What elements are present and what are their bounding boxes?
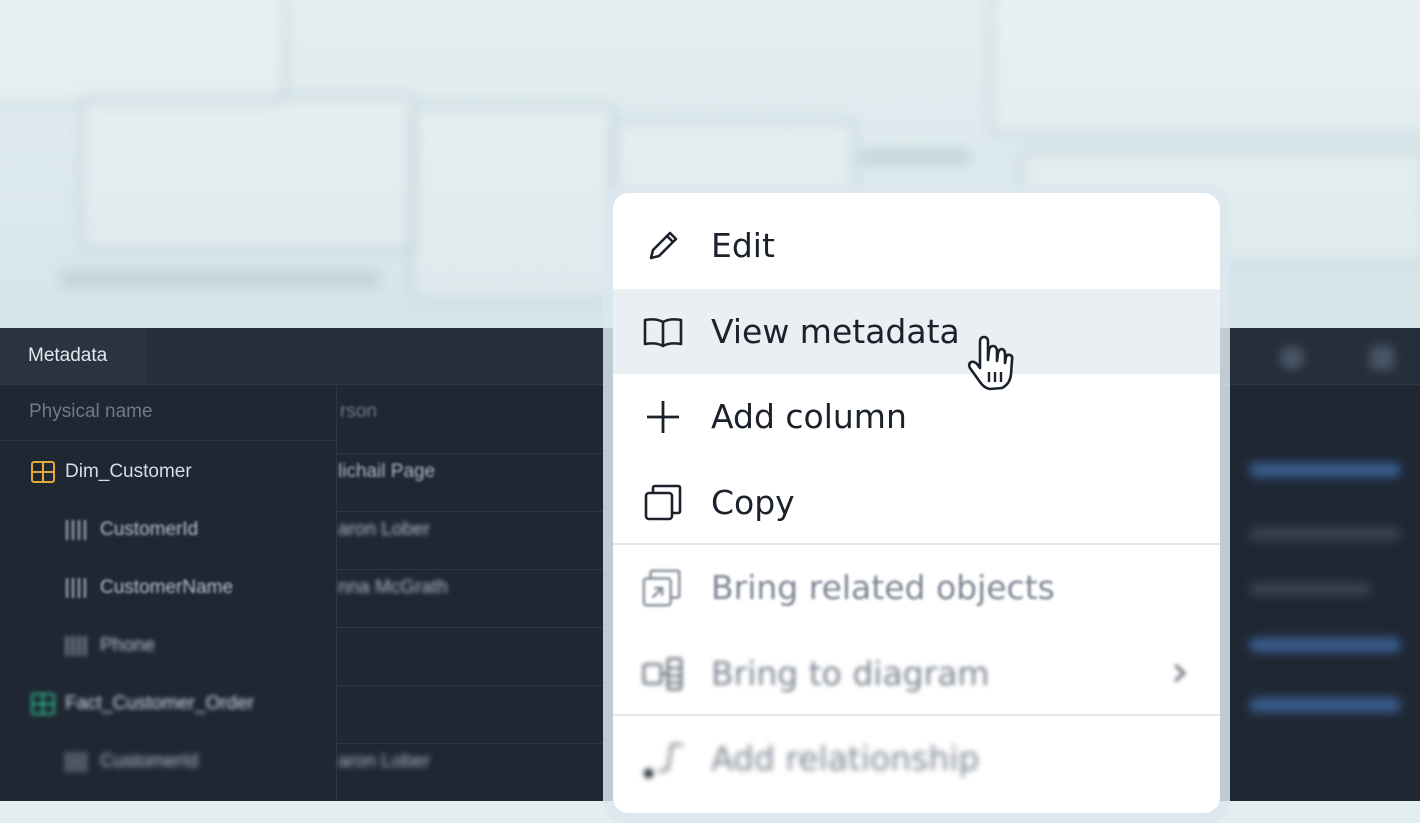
copy-icon bbox=[641, 481, 685, 525]
header-divider bbox=[0, 440, 336, 441]
tree-item-label: Phone bbox=[100, 635, 155, 656]
menu-item-add-column[interactable]: Add column bbox=[613, 374, 1220, 459]
row-divider bbox=[336, 685, 626, 686]
tree-item-column[interactable]: CustomerId bbox=[66, 742, 198, 782]
menu-item-label: Add relationship bbox=[711, 739, 980, 778]
row-divider bbox=[336, 743, 626, 744]
menu-item-add-relationship[interactable]: Add relationship bbox=[613, 716, 1220, 801]
relationship-icon bbox=[641, 737, 685, 781]
tree-item-label: Dim_Customer bbox=[65, 461, 192, 482]
menu-item-bring-related-objects[interactable]: Bring related objects bbox=[613, 545, 1220, 630]
menu-item-copy[interactable]: Copy bbox=[613, 460, 1220, 545]
diagram-icon bbox=[641, 652, 685, 696]
tree-item-table[interactable]: Fact_Customer_Order bbox=[31, 684, 254, 724]
menu-item-view-metadata[interactable]: View metadata bbox=[613, 289, 1220, 374]
tree-item-label: CustomerId bbox=[100, 519, 199, 540]
blurred-link bbox=[1250, 463, 1400, 477]
menu-item-label: Bring to diagram bbox=[711, 654, 990, 693]
bring-related-icon bbox=[641, 566, 685, 610]
blurred-text bbox=[1250, 583, 1370, 595]
person-cell: aron Lober bbox=[338, 751, 430, 772]
hand-cursor-icon bbox=[962, 334, 1022, 398]
row-divider bbox=[336, 569, 626, 570]
plus-icon bbox=[641, 395, 685, 439]
column-header-person[interactable]: rson bbox=[340, 384, 377, 440]
tree-item-label: Fact_Customer_Order bbox=[65, 693, 255, 714]
panel-action-icon[interactable] bbox=[1280, 346, 1304, 370]
column-header-physical-name[interactable]: Physical name bbox=[29, 384, 153, 440]
tree-item-label: CustomerId bbox=[100, 751, 199, 772]
tree-item-column[interactable]: CustomerId bbox=[66, 510, 198, 550]
table-icon bbox=[31, 461, 55, 483]
menu-item-bring-to-diagram[interactable]: Bring to diagram bbox=[613, 631, 1220, 716]
pencil-icon bbox=[641, 224, 685, 268]
blurred-link bbox=[1250, 698, 1400, 712]
column-icon bbox=[66, 520, 90, 540]
tree-item-label: CustomerName bbox=[100, 577, 234, 598]
row-divider bbox=[336, 511, 626, 512]
row-divider bbox=[336, 453, 626, 454]
menu-item-label: Edit bbox=[711, 226, 775, 265]
tree-item-table[interactable]: Dim_Customer bbox=[31, 452, 192, 492]
tab-metadata[interactable]: Metadata bbox=[0, 328, 146, 384]
column-icon bbox=[66, 636, 90, 656]
row-divider bbox=[336, 627, 626, 628]
column-divider bbox=[336, 384, 337, 801]
panel-close-icon[interactable] bbox=[1370, 346, 1394, 370]
column-icon bbox=[66, 752, 90, 772]
menu-item-label: Add column bbox=[711, 397, 907, 436]
person-cell: aron Lober bbox=[338, 519, 430, 540]
menu-item-label: View metadata bbox=[711, 312, 960, 351]
chevron-right-icon bbox=[1170, 659, 1190, 691]
tree-item-column[interactable]: CustomerName bbox=[66, 568, 233, 608]
table-icon bbox=[31, 693, 55, 715]
person-cell: nna McGrath bbox=[338, 577, 448, 598]
menu-item-label: Copy bbox=[711, 483, 795, 522]
blurred-text bbox=[1250, 528, 1400, 540]
menu-item-label: Bring related objects bbox=[711, 568, 1055, 607]
tree-item-column[interactable]: Phone bbox=[66, 626, 155, 666]
menu-item-edit[interactable]: Edit bbox=[613, 203, 1220, 288]
column-icon bbox=[66, 578, 90, 598]
person-cell: lichail Page bbox=[338, 461, 436, 482]
book-icon bbox=[641, 310, 685, 354]
blurred-link bbox=[1250, 638, 1400, 652]
context-menu: Edit View metadata Add column Copy Bring… bbox=[613, 193, 1220, 813]
